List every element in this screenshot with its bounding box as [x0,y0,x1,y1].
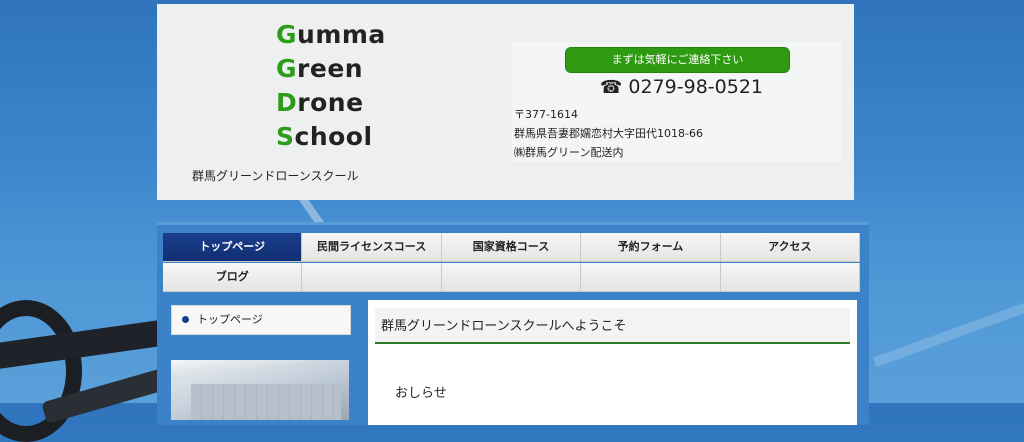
address: 群馬県吾妻郡嬬恋村大字田代1018-66 [514,127,703,140]
content-frame: トップページ 民間ライセンスコース 国家資格コース 予約フォーム アクセス ブロ… [157,222,869,425]
background-drone-rotor [0,300,82,442]
phone-text: 0279-98-0521 [628,76,764,98]
nav-item-empty [581,263,721,292]
contact-box: まずは気軽にご連絡下さい ☎ 0279-98-0521 〒377-1614 群馬県… [512,42,842,162]
photo-wall [191,384,341,420]
news-heading: おしらせ [395,386,447,401]
telephone-icon: ☎ [600,77,623,98]
background-drone-blade [873,302,1024,368]
logo-line: Gumma [276,20,386,49]
nav-item-reservation[interactable]: 予約フォーム [581,233,721,262]
postal-code: 〒377-1614 [514,108,578,121]
logo-line: Drone [276,88,364,117]
page-title: 群馬グリーンドローンスクールへようこそ [375,308,850,344]
company-name: ㈱群馬グリーン配送内 [514,146,624,159]
photo-roof [171,360,349,380]
nav-item-top[interactable]: トップページ [163,233,303,262]
sidebar-item-top[interactable]: トップページ [171,305,351,335]
phone-number[interactable]: ☎ 0279-98-0521 [600,76,763,98]
site-logo[interactable]: Gumma Green Drone School [276,18,386,154]
nav-item-blog[interactable]: ブログ [163,263,303,292]
nav-item-access[interactable]: アクセス [720,233,861,262]
main-content: 群馬グリーンドローンスクールへようこそ おしらせ [368,300,857,425]
page-container: Gumma Green Drone School 群馬グリーンドローンスクール … [157,4,869,425]
nav-item-private-license[interactable]: 民間ライセンスコース [302,233,442,262]
bullet-icon [182,316,189,323]
logo-line: Green [276,54,364,83]
sidebar: トップページ [163,300,351,420]
site-subtitle: 群馬グリーンドローンスクール [192,169,359,183]
global-nav: トップページ 民間ライセンスコース 国家資格コース 予約フォーム アクセス ブロ… [163,233,861,293]
sidebar-item-label: トップページ [197,313,263,326]
site-header: Gumma Green Drone School 群馬グリーンドローンスクール … [157,4,854,200]
nav-row: トップページ 民間ライセンスコース 国家資格コース 予約フォーム アクセス [163,233,861,263]
address-block: 〒377-1614 群馬県吾妻郡嬬恋村大字田代1018-66 ㈱群馬グリーン配送… [514,105,703,162]
building-photo [171,360,349,420]
nav-item-empty [720,263,861,292]
nav-item-empty [441,263,582,292]
contact-button[interactable]: まずは気軽にご連絡下さい [565,47,790,73]
nav-row: ブログ [163,263,861,293]
logo-line: School [276,122,373,151]
nav-item-national-license[interactable]: 国家資格コース [441,233,582,262]
nav-item-empty [302,263,442,292]
